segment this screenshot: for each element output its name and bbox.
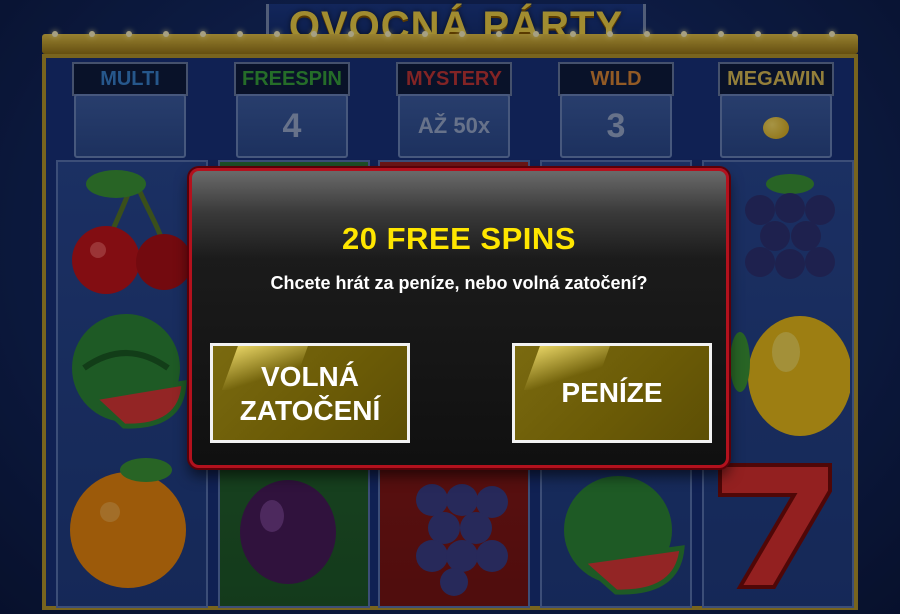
lemon-icon bbox=[730, 316, 850, 436]
orange-icon bbox=[70, 458, 186, 588]
light-bulb bbox=[607, 31, 613, 37]
light-bulb bbox=[163, 31, 169, 37]
light-bulb bbox=[89, 31, 95, 37]
money-button[interactable]: PENÍZE bbox=[512, 343, 712, 443]
watermelon-icon bbox=[564, 476, 685, 595]
lemon-icon bbox=[763, 117, 789, 140]
light-bulb bbox=[237, 31, 243, 37]
feature-label: MEGAWIN bbox=[718, 62, 834, 96]
feature-multi: MULTI bbox=[60, 62, 200, 158]
light-bulb bbox=[681, 31, 687, 37]
seven-icon bbox=[718, 463, 832, 589]
grapes-icon bbox=[416, 484, 508, 596]
light-bulb bbox=[459, 31, 465, 37]
feature-label: MULTI bbox=[72, 62, 188, 96]
feature-mystery: MYSTERY AŽ 50x bbox=[384, 62, 524, 158]
watermelon-icon bbox=[72, 314, 187, 429]
light-bulb bbox=[311, 31, 317, 37]
feature-value: AŽ 50x bbox=[398, 94, 510, 158]
feature-label: MYSTERY bbox=[396, 62, 512, 96]
feature-label: FREESPIN bbox=[234, 62, 350, 96]
light-bulb bbox=[126, 31, 132, 37]
feature-value: 4 bbox=[236, 94, 348, 158]
light-bulb bbox=[533, 31, 539, 37]
top-rail bbox=[42, 31, 858, 54]
light-bulb bbox=[570, 31, 576, 37]
light-bulb bbox=[718, 31, 724, 37]
light-bulb bbox=[274, 31, 280, 37]
money-button-label: PENÍZE bbox=[561, 377, 663, 408]
light-bulb bbox=[755, 31, 761, 37]
plum-icon bbox=[240, 480, 336, 584]
grapes-icon bbox=[745, 174, 835, 279]
feature-label: WILD bbox=[558, 62, 674, 96]
cherry-icon bbox=[72, 170, 192, 294]
feature-freespin: FREESPIN 4 bbox=[222, 62, 362, 158]
free-spins-dialog: 20 FREE SPINS Chcete hrát za peníze, neb… bbox=[189, 168, 729, 468]
light-bulb bbox=[829, 31, 835, 37]
light-bulb bbox=[422, 31, 428, 37]
feature-value bbox=[74, 94, 186, 158]
feature-wild: WILD 3 bbox=[546, 62, 686, 158]
light-bulb bbox=[348, 31, 354, 37]
light-bulb bbox=[644, 31, 650, 37]
dialog-question: Chcete hrát za peníze, nebo volná zatoče… bbox=[270, 273, 648, 293]
light-bulb bbox=[52, 31, 58, 37]
light-bulb bbox=[200, 31, 206, 37]
free-spins-button[interactable]: VOLNÁ ZATOČENÍ bbox=[210, 343, 410, 443]
free-spins-button-label: VOLNÁ ZATOČENÍ bbox=[239, 361, 381, 426]
light-bulb bbox=[496, 31, 502, 37]
feature-megawin: MEGAWIN bbox=[706, 62, 846, 158]
light-bulb bbox=[792, 31, 798, 37]
feature-value: 3 bbox=[560, 94, 672, 158]
feature-value bbox=[720, 94, 832, 158]
dialog-title: 20 FREE SPINS bbox=[342, 221, 576, 256]
light-bulb bbox=[385, 31, 391, 37]
